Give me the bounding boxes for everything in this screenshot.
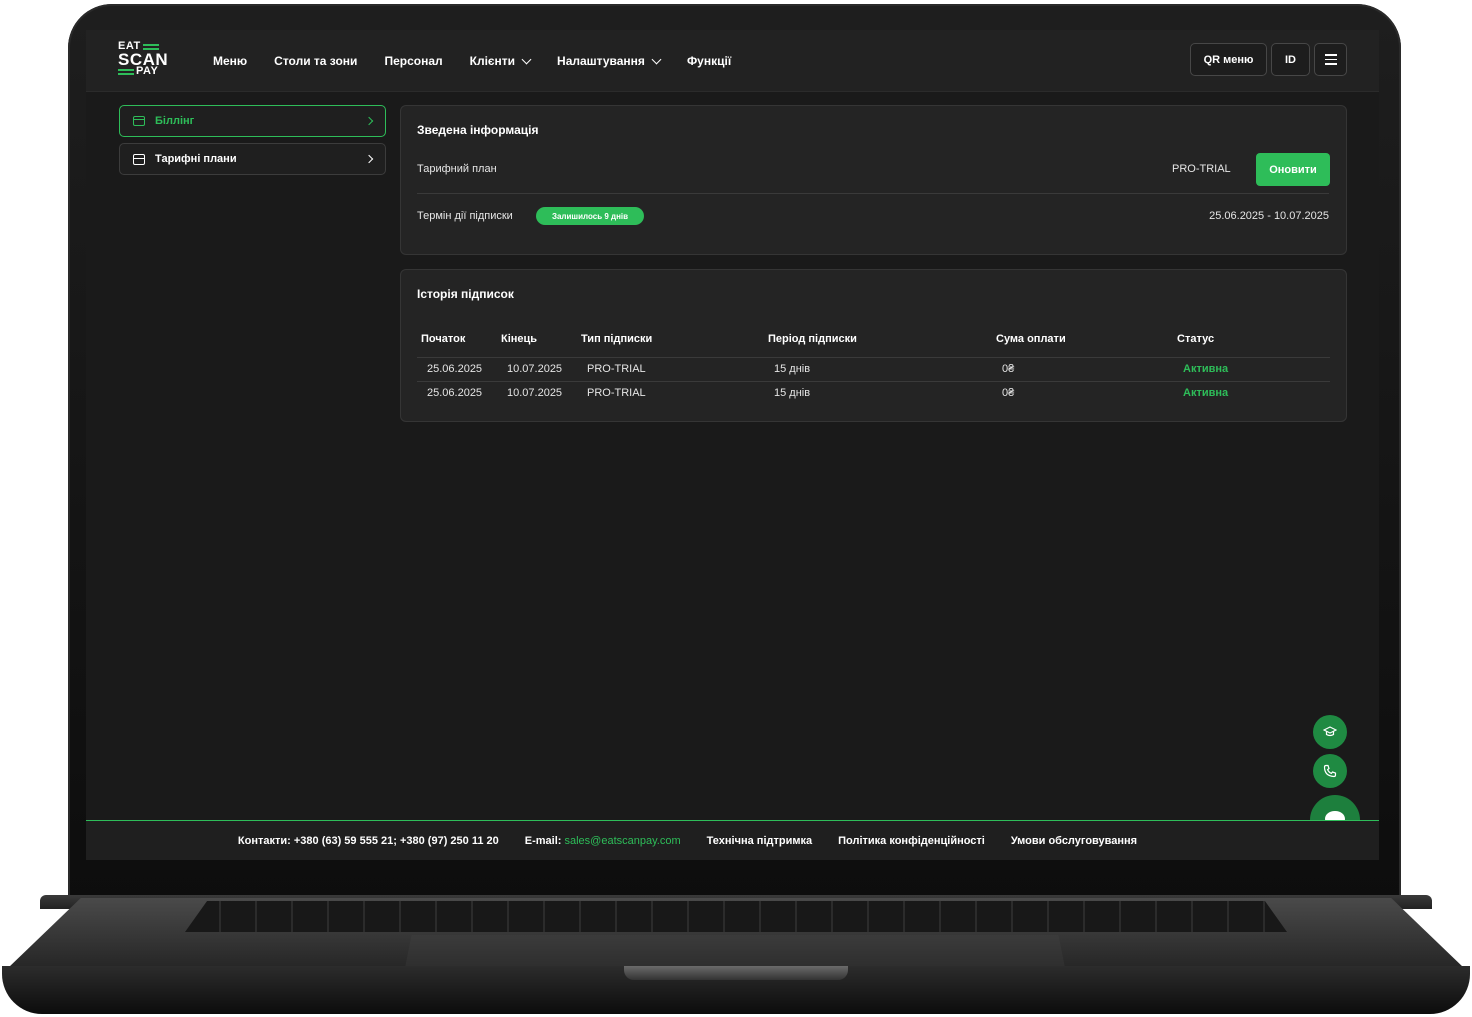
- qr-menu-button[interactable]: QR меню: [1190, 43, 1267, 76]
- box-icon: [133, 153, 145, 165]
- term-value: 25.06.2025 - 10.07.2025: [1209, 210, 1329, 222]
- cell-start: 25.06.2025: [427, 387, 483, 400]
- cell-end: 10.07.2025: [497, 357, 577, 382]
- footer-contacts: Контакти: +380 (63) 59 555 21; +380 (97)…: [238, 835, 499, 847]
- table-header-row: Початок Кінець Тип підписки Період підпи…: [417, 322, 1330, 358]
- graduation-cap-icon: [1323, 726, 1337, 737]
- chevron-right-icon: [364, 116, 374, 126]
- cell-end: 10.07.2025: [507, 387, 563, 400]
- nav-tables-zones[interactable]: Столи та зони: [274, 54, 357, 68]
- sidebar-item-label: Тарифні плани: [155, 153, 237, 165]
- hamburger-icon: [1324, 54, 1337, 65]
- subscription-history-table: Початок Кінець Тип підписки Період підпи…: [417, 322, 1330, 405]
- plan-value: PRO-TRIAL: [1172, 163, 1231, 175]
- table-row: 25.06.2025 10.07.2025 PRO-TRIAL 15 днів …: [417, 381, 1330, 405]
- cell-status: Активна: [1173, 357, 1330, 382]
- nav-settings[interactable]: Налаштування: [557, 54, 662, 68]
- terms-link[interactable]: Умови обслуговування: [1011, 835, 1137, 847]
- cell-status: Активна: [1183, 387, 1229, 400]
- top-header: EAT SCAN PAY Меню Столи та зони Персонал…: [86, 30, 1379, 92]
- card-icon: [133, 116, 145, 126]
- summary-card: Зведена інформація Тарифний план PRO-TRI…: [400, 105, 1347, 255]
- privacy-policy-link[interactable]: Політика конфіденційності: [838, 835, 985, 847]
- laptop-keyboard: [185, 901, 1287, 932]
- summary-divider: [417, 193, 1329, 194]
- phone-icon: [1323, 764, 1337, 778]
- sidebar-item-label: Біллінг: [155, 115, 195, 127]
- email-label: E-mail:: [524, 834, 562, 847]
- laptop-trackpad: [405, 935, 1065, 968]
- nav-label: Клієнти: [469, 54, 516, 68]
- table-row: 25.06.2025 10.07.2025 PRO-TRIAL 15 днів …: [417, 357, 1330, 382]
- call-button[interactable]: [1313, 754, 1347, 788]
- nav-functions[interactable]: Функції: [687, 54, 731, 68]
- cell-period: 15 днів: [774, 387, 811, 400]
- eatscanpay-logo[interactable]: EAT SCAN PAY: [118, 41, 170, 79]
- laptop-notch: [624, 966, 848, 980]
- chevron-right-icon: [364, 154, 374, 164]
- chevron-down-icon: [651, 54, 662, 64]
- term-label: Термін дії підписки: [417, 210, 513, 222]
- fork-icon: [142, 43, 159, 50]
- card-lines-icon: [118, 68, 134, 75]
- col-amount: Сума оплати: [992, 322, 1173, 358]
- footer-email: E-mail: sales@eatscanpay.com: [525, 835, 681, 847]
- subscription-history-card: Історія підписок Початок Кінець Тип підп…: [400, 269, 1347, 422]
- sidebar-item-billing[interactable]: Біллінг: [119, 105, 386, 137]
- nav-label: Налаштування: [557, 54, 645, 68]
- sidebar-item-tariff-plans[interactable]: Тарифні плани: [119, 143, 386, 175]
- summary-title: Зведена інформація: [417, 123, 539, 137]
- cell-type: PRO-TRIAL: [577, 357, 764, 382]
- nav-staff[interactable]: Персонал: [384, 54, 442, 68]
- contacts-value[interactable]: +380 (63) 59 555 21; +380 (97) 250 11 20: [294, 835, 499, 847]
- cell-type: PRO-TRIAL: [587, 387, 646, 400]
- nav-menu[interactable]: Меню: [213, 54, 247, 68]
- contacts-label: Контакти:: [237, 834, 291, 847]
- cell-amount: 0₴: [1002, 387, 1015, 400]
- main-nav: Меню Столи та зони Персонал Клієнти Нала…: [213, 30, 731, 92]
- col-type: Тип підписки: [577, 322, 764, 358]
- plan-label: Тарифний план: [417, 163, 497, 175]
- col-status: Статус: [1173, 322, 1330, 358]
- col-end: Кінець: [497, 322, 577, 358]
- remaining-days-badge: Залишилось 9 днів: [536, 207, 644, 225]
- logo-line-pay: PAY: [136, 65, 159, 77]
- col-start: Початок: [417, 322, 497, 358]
- chevron-down-icon: [521, 54, 532, 64]
- col-period: Період підписки: [764, 322, 992, 358]
- nav-clients[interactable]: Клієнти: [469, 54, 532, 68]
- nav-label: Персонал: [384, 54, 443, 68]
- id-button[interactable]: ID: [1271, 43, 1310, 76]
- app-screen: EAT SCAN PAY Меню Столи та зони Персонал…: [86, 30, 1379, 860]
- email-link[interactable]: sales@eatscanpay.com: [565, 835, 681, 847]
- nav-label: Функції: [686, 54, 732, 68]
- support-link[interactable]: Технічна підтримка: [707, 835, 812, 847]
- cell-start: 25.06.2025: [417, 357, 497, 382]
- nav-label: Столи та зони: [274, 54, 358, 68]
- cell-amount: 0₴: [992, 357, 1173, 382]
- nav-label: Меню: [213, 54, 248, 68]
- history-title: Історія підписок: [417, 287, 514, 301]
- footer: Контакти: +380 (63) 59 555 21; +380 (97)…: [86, 820, 1379, 860]
- tutorial-button[interactable]: [1313, 715, 1347, 749]
- hamburger-menu-button[interactable]: [1314, 43, 1347, 76]
- cell-period: 15 днів: [764, 357, 992, 382]
- update-plan-button[interactable]: Оновити: [1256, 153, 1330, 186]
